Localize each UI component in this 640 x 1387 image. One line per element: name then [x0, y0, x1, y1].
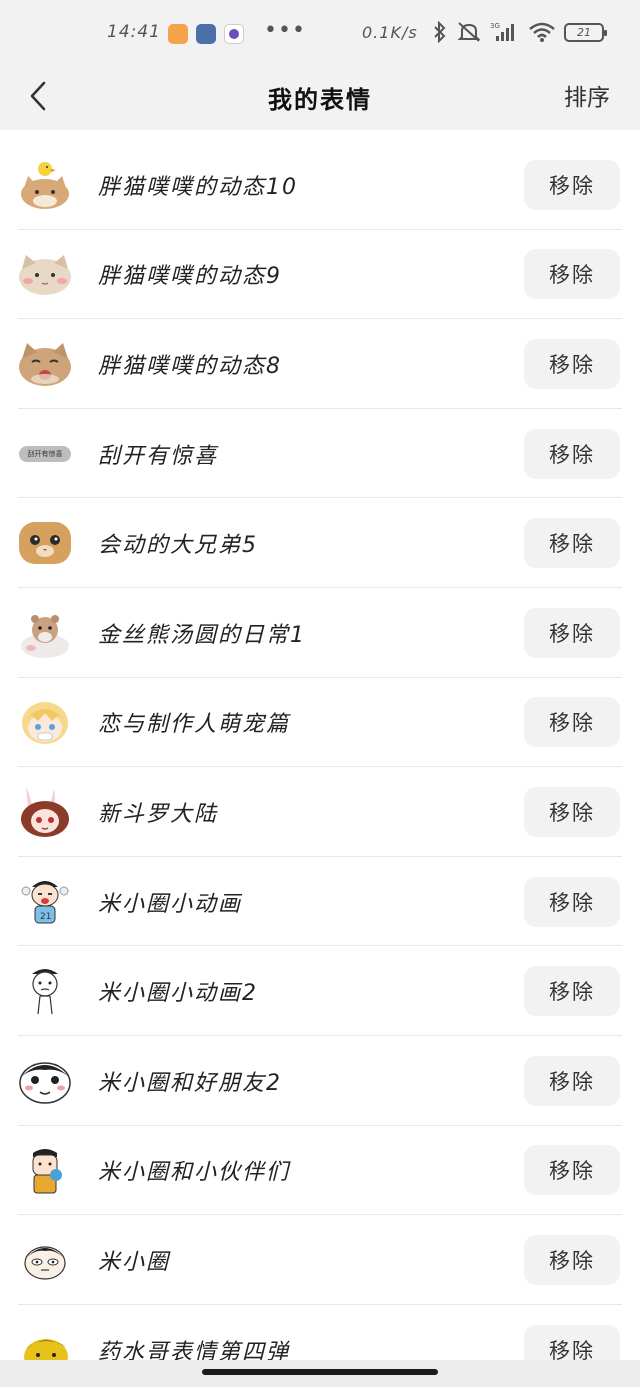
sticker-name: 米小圈小动画2 [98, 981, 258, 1007]
blushing-cat-icon [18, 247, 72, 301]
sticker-name: 会动的大兄弟5 [98, 533, 258, 559]
remove-button[interactable]: 移除 [524, 1145, 620, 1196]
gesture-bar [0, 1360, 640, 1387]
bunny-girl-icon [18, 785, 72, 839]
network-type: 3G [490, 22, 500, 30]
remove-button[interactable]: 移除 [524, 786, 620, 837]
remove-button[interactable]: 移除 [524, 249, 620, 300]
home-indicator[interactable] [202, 1369, 438, 1375]
scratch-card-label: 刮开有惊喜 [19, 445, 71, 462]
crying-boy-icon: 21 [18, 875, 72, 929]
battery-indicator: 21 [564, 22, 607, 42]
remove-button[interactable]: 移除 [524, 966, 620, 1017]
list-item: 米小圈 移除 [0, 1215, 640, 1305]
remove-button[interactable]: 移除 [524, 338, 620, 389]
sticker-name: 恋与制作人萌宠篇 [98, 712, 291, 738]
sticker-name: 米小圈 [98, 1249, 171, 1275]
more-notifications-icon: ••• [264, 18, 306, 43]
sleepy-face-icon [18, 1233, 72, 1287]
cartoon-boy-icon [18, 964, 72, 1018]
top-nav-bar: 我的表情 排序 [0, 64, 640, 130]
cat-with-duck-icon [18, 158, 72, 212]
sort-button[interactable]: 排序 [564, 78, 610, 112]
round-face-icon [18, 1054, 72, 1108]
sticker-name: 胖猫噗噗的动态10 [98, 174, 298, 200]
app-notification-icon [168, 24, 188, 44]
list-item: 米小圈小动画2 移除 [0, 946, 640, 1036]
remove-button[interactable]: 移除 [524, 607, 620, 658]
blonde-chibi-icon [18, 695, 72, 749]
mute-bell-icon [457, 22, 481, 42]
list-item: 胖猫噗噗的动态8 移除 [0, 319, 640, 409]
list-item: 会动的大兄弟5 移除 [0, 498, 640, 588]
laughing-cat-icon [18, 337, 72, 391]
status-app-icons [168, 24, 244, 44]
signal-icon: 3G [490, 22, 514, 41]
remove-button[interactable]: 移除 [524, 1234, 620, 1285]
list-item: 21 米小圈小动画 移除 [0, 857, 640, 947]
sticker-name: 米小圈和好朋友2 [98, 1070, 282, 1096]
status-time: 14:41 [107, 22, 161, 42]
scratch-card-icon: 刮开有惊喜 [18, 427, 72, 481]
chubby-cat-icon [18, 516, 72, 570]
remove-button[interactable]: 移除 [524, 697, 620, 748]
remove-button[interactable]: 移除 [524, 428, 620, 479]
bluetooth-icon [434, 21, 446, 43]
sticker-name: 金丝熊汤圆的日常1 [98, 622, 306, 648]
svg-text:21: 21 [40, 912, 51, 922]
page-title: 我的表情 [268, 85, 372, 114]
list-item: 刮开有惊喜 刮开有惊喜 移除 [0, 409, 640, 499]
sticker-name: 胖猫噗噗的动态8 [98, 353, 282, 379]
remove-button[interactable]: 移除 [524, 159, 620, 210]
back-button[interactable] [18, 76, 58, 116]
wifi-icon [529, 22, 555, 42]
sticker-name: 米小圈和小伙伴们 [98, 1160, 291, 1186]
sticker-name: 新斗罗大陆 [98, 801, 219, 827]
list-item: 恋与制作人萌宠篇 移除 [0, 678, 640, 768]
sticker-name: 胖猫噗噗的动态9 [98, 264, 282, 290]
sticker-name: 米小圈小动画 [98, 891, 243, 917]
remove-button[interactable]: 移除 [524, 876, 620, 927]
remove-button[interactable]: 移除 [524, 518, 620, 569]
status-system-icons: 3G 21 [432, 21, 607, 43]
list-item: 米小圈和小伙伴们 移除 [0, 1126, 640, 1216]
list-item: 新斗罗大陆 移除 [0, 767, 640, 857]
list-item: 胖猫噗噗的动态10 移除 [0, 140, 640, 230]
sticker-name: 刮开有惊喜 [98, 443, 219, 469]
hamster-icon [18, 606, 72, 660]
remove-button[interactable]: 移除 [524, 1055, 620, 1106]
list-item: 胖猫噗噗的动态9 移除 [0, 230, 640, 320]
status-bar: 14:41 ••• 0.1K/s 3G 21 [0, 0, 640, 64]
network-speed: 0.1K/s [362, 23, 418, 42]
boy-eating-icon [18, 1143, 72, 1197]
list-item: 米小圈和好朋友2 移除 [0, 1036, 640, 1126]
list-item: 金丝熊汤圆的日常1 移除 [0, 588, 640, 678]
sticker-list: 胖猫噗噗的动态10 移除 胖猫噗噗的动态9 移除 胖猫噗噗的动态8 移除 刮开有… [0, 140, 640, 1387]
chevron-left-icon [30, 81, 46, 111]
settings-notification-icon [196, 24, 216, 44]
camera-notification-icon [224, 24, 244, 44]
